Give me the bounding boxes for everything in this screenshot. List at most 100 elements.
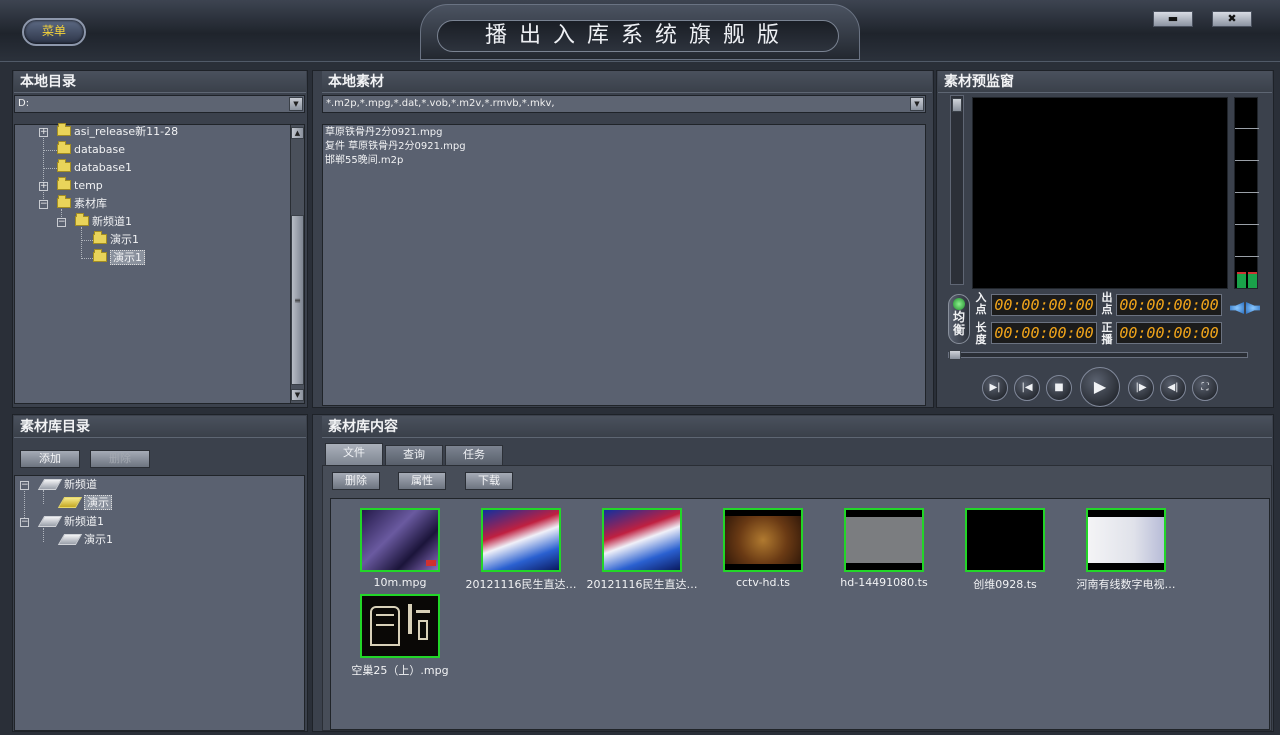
tab-files[interactable]: 文件 — [325, 443, 383, 465]
white-fade-thumbnail[interactable] — [1086, 508, 1166, 572]
local-file-list[interactable]: 草原铁骨丹2分0921.mpg 复件 草原铁骨丹2分0921.mpg 邯郸55晚… — [322, 124, 926, 406]
drive-select[interactable]: D: ▼ — [14, 95, 305, 113]
out-point-label: 出点 — [1101, 291, 1113, 316]
studio-graphic-thumbnail[interactable] — [602, 508, 682, 572]
tree-item-demo1-selected[interactable]: 演示1 — [93, 249, 145, 266]
channel-icon — [57, 533, 83, 545]
seek-handle[interactable] — [949, 350, 961, 360]
tree-expander[interactable]: − — [57, 218, 66, 227]
library-dir-tree[interactable]: − 新频道 演示 − 新频道1 演示1 — [14, 475, 305, 731]
tree-item-material-lib[interactable]: 素材库 — [57, 195, 107, 212]
in-point-timecode: 00:00:00:00 — [991, 294, 1097, 316]
step-back-button[interactable]: ◀| — [1160, 375, 1186, 401]
local-dir-scrollbar[interactable]: ▲ ≡ ▼ — [290, 125, 304, 403]
seek-bar[interactable] — [948, 350, 1248, 360]
scroll-down-icon[interactable]: ▼ — [291, 389, 304, 401]
tree-expander[interactable]: − — [20, 518, 29, 527]
tree-item-label: temp — [74, 179, 103, 192]
calligraphy-thumbnail[interactable] — [360, 594, 440, 658]
channel-icon-selected — [57, 496, 83, 508]
tree-item-label: asi_release新11-28 — [74, 125, 179, 138]
food-closeup-thumbnail[interactable] — [723, 508, 803, 572]
stop-button[interactable]: ■ — [1046, 375, 1072, 401]
play-button[interactable]: ▶ — [1080, 367, 1120, 407]
tree-line — [43, 168, 57, 169]
tab-tasks[interactable]: 任务 — [445, 445, 503, 465]
studio-graphic-thumbnail[interactable] — [481, 508, 561, 572]
tree-expander[interactable]: + — [39, 182, 48, 191]
volume-slider[interactable] — [950, 95, 964, 285]
properties-button[interactable]: 属性 — [398, 472, 446, 490]
folder-icon — [57, 123, 71, 136]
thumbnail-label: 20121116民生直达… — [586, 578, 698, 591]
folder-icon — [57, 195, 71, 208]
add-button[interactable]: 添加 — [20, 450, 80, 468]
library-item-new-channel[interactable]: 新频道 — [37, 477, 97, 493]
tree-expander[interactable]: + — [39, 128, 48, 137]
length-timecode: 00:00:00:00 — [991, 322, 1097, 344]
channel-icon — [37, 515, 63, 527]
tree-item-new-channel1[interactable]: 新频道1 — [75, 213, 132, 230]
local-material-header: 本地素材 — [322, 71, 932, 93]
volume-slider-handle[interactable] — [952, 98, 962, 112]
scroll-up-icon[interactable]: ▲ — [291, 127, 304, 139]
tree-item-label: 新频道1 — [64, 515, 104, 528]
filter-select[interactable]: *.m2p,*.mpg,*.dat,*.vob,*.m2v,*.rmvb,*.m… — [322, 95, 926, 113]
list-item[interactable]: 复件 草原铁骨丹2分0921.mpg — [325, 140, 466, 154]
library-dir-header: 素材库目录 — [14, 416, 306, 438]
out-point-timecode: 00:00:00:00 — [1116, 294, 1222, 316]
download-button[interactable]: 下载 — [465, 472, 513, 490]
tree-item-asi-release[interactable]: asi_release新11-28 — [57, 123, 179, 140]
minimize-button[interactable]: ▬ — [1153, 11, 1193, 27]
next-frame-button[interactable]: ▶| — [982, 375, 1008, 401]
tree-item-label: 演示1 — [110, 233, 139, 246]
gray-test-thumbnail[interactable] — [844, 508, 924, 572]
thumbnail-label: cctv-hd.ts — [735, 576, 791, 589]
tree-line — [81, 240, 93, 241]
scroll-thumb[interactable]: ≡ — [291, 215, 304, 385]
chevron-down-icon[interactable]: ▼ — [910, 97, 924, 111]
library-item-demo1[interactable]: 演示1 — [57, 532, 113, 548]
tree-line — [81, 227, 82, 257]
delete-file-button[interactable]: 删除 — [332, 472, 380, 490]
thumbnail-label: 河南有线数字电视… — [1076, 578, 1176, 591]
tree-item-demo1[interactable]: 演示1 — [93, 231, 139, 248]
skip-start-button[interactable]: |◀ — [1014, 375, 1040, 401]
black-thumbnail[interactable] — [965, 508, 1045, 572]
folder-icon — [57, 141, 71, 154]
speaker-icon[interactable] — [1230, 300, 1262, 316]
preview-screen — [972, 97, 1228, 289]
filter-select-value: *.m2p,*.mpg,*.dat,*.vob,*.m2v,*.rmvb,*.m… — [326, 98, 555, 109]
list-item[interactable]: 草原铁骨丹2分0921.mpg — [325, 126, 442, 140]
tree-line — [43, 150, 57, 151]
folder-icon — [93, 231, 107, 244]
equalizer-button[interactable]: 均衡 — [948, 294, 970, 344]
thumbnail-label: hd-14491080.ts — [840, 576, 928, 589]
in-point-label: 入点 — [975, 291, 987, 316]
step-forward-button[interactable]: |▶ — [1128, 375, 1154, 401]
city-night-thumbnail[interactable] — [360, 508, 440, 572]
thumbnail-label: 10m.mpg — [373, 576, 427, 589]
tree-item-database[interactable]: database — [57, 141, 125, 158]
library-item-demo[interactable]: 演示 — [57, 495, 112, 511]
tree-expander[interactable]: − — [39, 200, 48, 209]
local-dir-tree[interactable]: + asi_release新11-28 database database1 +… — [14, 123, 305, 404]
meter-tick — [1235, 256, 1259, 257]
close-button[interactable]: ✖ — [1212, 11, 1252, 27]
chevron-down-icon[interactable]: ▼ — [289, 97, 303, 111]
tree-item-label: 新频道 — [64, 478, 97, 491]
library-item-new-channel1[interactable]: 新频道1 — [37, 514, 104, 530]
tree-item-database1[interactable]: database1 — [57, 159, 132, 176]
meter-bar-left — [1237, 272, 1246, 288]
tree-item-label: 素材库 — [74, 197, 107, 210]
menu-button[interactable]: 菜单 — [22, 18, 86, 46]
tree-expander[interactable]: − — [20, 481, 29, 490]
tree-item-label: 演示 — [84, 495, 112, 510]
tree-item-temp[interactable]: temp — [57, 177, 103, 194]
delete-channel-button[interactable]: 删除 — [90, 450, 150, 468]
fullscreen-button[interactable]: ⛶ — [1192, 375, 1218, 401]
list-item[interactable]: 邯郸55晚间.m2p — [325, 154, 403, 168]
thumbnail-label: 空巢25（上）.mpg — [351, 664, 449, 677]
tab-query[interactable]: 查询 — [385, 445, 443, 465]
meter-tick — [1235, 192, 1259, 193]
